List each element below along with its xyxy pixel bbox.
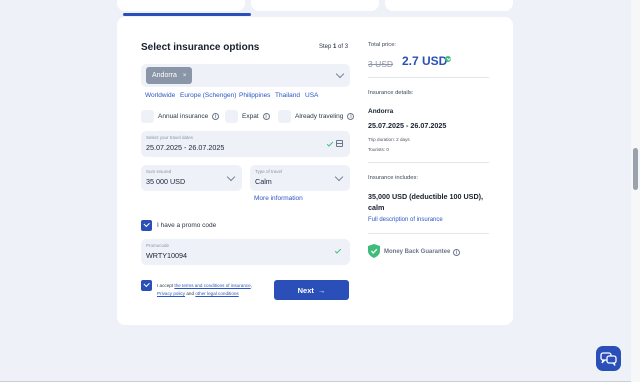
trip-duration: Trip duration: 2 days bbox=[368, 137, 410, 142]
legal-conditions-link[interactable]: other legal conditions bbox=[195, 291, 238, 296]
divider bbox=[368, 233, 489, 234]
promocode-value: WRTY10094 bbox=[146, 251, 188, 260]
country-chip-label: Andorra bbox=[152, 72, 177, 79]
total-price-label: Total price: bbox=[368, 42, 397, 48]
promocode-label: Promocode bbox=[146, 243, 170, 248]
chevron-down-icon[interactable] bbox=[335, 69, 345, 79]
insurance-includes-value: 35,000 USD (deductible 100 USD), calm bbox=[368, 192, 484, 212]
terms-prefix: I accept bbox=[157, 283, 175, 288]
chevron-down-icon[interactable] bbox=[226, 172, 236, 182]
info-icon[interactable]: i bbox=[453, 249, 460, 256]
terms-text: I accept the terms and conditions of ins… bbox=[157, 282, 261, 297]
top-tab-1[interactable] bbox=[117, 0, 245, 11]
money-back-guarantee: Money Back Guarantee bbox=[384, 249, 451, 255]
chat-button[interactable] bbox=[596, 346, 621, 371]
option-annual: Annual insurance i bbox=[141, 110, 220, 123]
more-information-link[interactable]: More information bbox=[254, 195, 303, 202]
step-suffix: of 3 bbox=[336, 44, 349, 50]
scrollbar-thumb[interactable] bbox=[632, 148, 638, 190]
divider bbox=[368, 162, 489, 163]
info-icon[interactable]: i bbox=[262, 113, 270, 120]
details-country: Andorra bbox=[368, 108, 394, 115]
terms-separator-2: and bbox=[185, 290, 196, 296]
full-description-link[interactable]: Full description of insurance bbox=[368, 217, 443, 223]
country-select[interactable]: Andorra × bbox=[141, 64, 350, 87]
old-price: 3 USD bbox=[368, 59, 394, 69]
expat-label: Expat bbox=[242, 113, 259, 120]
check-icon bbox=[445, 56, 451, 62]
promo-checkbox[interactable] bbox=[141, 220, 152, 231]
top-tabs bbox=[117, 0, 513, 12]
terms-conditions-link[interactable]: the terms and conditions of insurance bbox=[174, 283, 250, 288]
divider bbox=[368, 77, 489, 78]
already-traveling-checkbox[interactable] bbox=[278, 110, 291, 123]
privacy-policy-link[interactable]: Privacy policy bbox=[157, 291, 185, 296]
travel-type-label: Type of travel bbox=[255, 169, 283, 174]
insurance-includes-label: Insurance includes: bbox=[368, 175, 418, 181]
next-button[interactable]: Next → bbox=[274, 280, 349, 300]
quick-country-philippines[interactable]: Philippines bbox=[239, 92, 270, 99]
chat-icon bbox=[600, 352, 617, 366]
promo-checkbox-label: I have a promo code bbox=[157, 222, 217, 229]
quick-country-thailand[interactable]: Thailand bbox=[275, 92, 300, 99]
terms-separator-1: , bbox=[250, 283, 253, 288]
active-tab-indicator bbox=[123, 13, 251, 16]
form-title: Select insurance options bbox=[141, 42, 260, 53]
next-button-label: Next bbox=[297, 285, 314, 295]
travel-dates-label: Select your travel dates bbox=[146, 135, 194, 140]
option-expat: Expat i bbox=[225, 110, 270, 123]
promocode-field[interactable]: Promocode WRTY10094 bbox=[141, 239, 350, 265]
quick-country-usa[interactable]: USA bbox=[305, 92, 318, 99]
info-icon[interactable]: i bbox=[347, 113, 355, 120]
chip-remove-icon[interactable]: × bbox=[183, 73, 187, 79]
chevron-down-icon[interactable] bbox=[334, 172, 344, 182]
country-chip: Andorra × bbox=[146, 67, 193, 84]
step-indicator: Step 1 of 3 bbox=[319, 44, 348, 50]
scrollbar[interactable] bbox=[631, 0, 640, 382]
check-icon bbox=[326, 140, 334, 147]
insurance-card: Select insurance options Step 1 of 3 And… bbox=[117, 17, 513, 325]
terms-checkbox[interactable] bbox=[141, 280, 152, 291]
travel-dates-field[interactable]: Select your travel dates 25.07.2025 - 26… bbox=[141, 131, 350, 157]
arrow-right-icon: → bbox=[317, 285, 326, 295]
quick-country-schengen[interactable]: Europe (Schengen) bbox=[180, 92, 236, 99]
annual-checkbox[interactable] bbox=[141, 110, 154, 123]
details-dates: 25.07.2025 - 26.07.2025 bbox=[368, 121, 447, 130]
annual-label: Annual insurance bbox=[158, 113, 209, 120]
tourists-count: Tourists: 0 bbox=[368, 147, 389, 152]
expat-checkbox[interactable] bbox=[225, 110, 238, 123]
travel-dates-value: 25.07.2025 - 26.07.2025 bbox=[146, 143, 225, 152]
info-icon[interactable]: i bbox=[212, 113, 220, 120]
calendar-icon[interactable] bbox=[336, 140, 343, 147]
check-icon bbox=[334, 247, 342, 254]
step-prefix: Step bbox=[319, 44, 334, 50]
quick-country-worldwide[interactable]: Worldwide bbox=[145, 92, 175, 99]
sum-insured-label: Sum insured bbox=[146, 169, 172, 174]
new-price: 2.7 USD bbox=[402, 54, 448, 68]
top-tab-2[interactable] bbox=[251, 0, 379, 11]
sum-insured-value: 35 000 USD bbox=[146, 177, 186, 186]
option-already-traveling: Already traveling i bbox=[278, 110, 355, 123]
insurance-details-label: Insurance details: bbox=[368, 90, 414, 96]
shield-icon bbox=[368, 244, 380, 258]
travel-type-field[interactable]: Type of travel Calm bbox=[250, 165, 350, 191]
sum-insured-field[interactable]: Sum insured 35 000 USD bbox=[141, 165, 242, 191]
already-traveling-label: Already traveling bbox=[295, 113, 344, 120]
travel-type-value: Calm bbox=[255, 177, 272, 186]
top-tab-3[interactable] bbox=[385, 0, 513, 11]
